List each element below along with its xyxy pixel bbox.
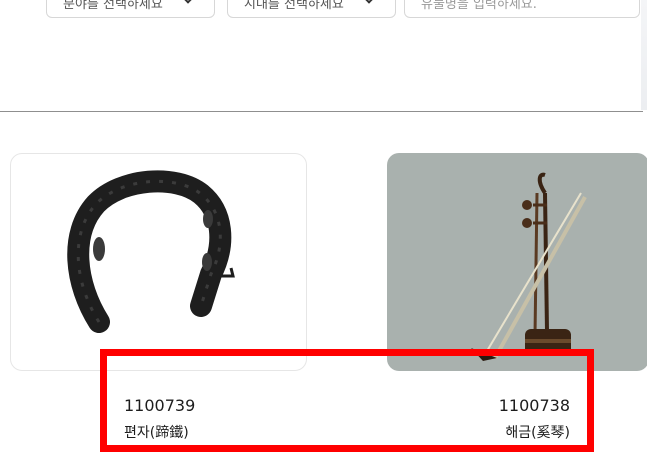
artifact-card-1100739[interactable]: [10, 153, 307, 371]
artifact-card-1100738[interactable]: [387, 153, 647, 371]
horseshoe-image: [67, 170, 235, 333]
filter-bar: 분야를 선택하세요 시대를 선택하세요 유물명을 입력하세요.: [0, 0, 647, 20]
search-input[interactable]: 유물명을 입력하세요.: [404, 0, 640, 18]
chevron-down-icon: [363, 0, 375, 4]
chevron-down-icon: [182, 0, 194, 4]
era-select[interactable]: 시대를 선택하세요: [227, 0, 396, 18]
era-select-label: 시대를 선택하세요: [244, 0, 344, 12]
section-divider: [0, 111, 643, 112]
haegeum-image: [471, 172, 587, 361]
category-select[interactable]: 분야를 선택하세요: [46, 0, 215, 18]
search-placeholder: 유물명을 입력하세요.: [421, 0, 537, 12]
highlight-box: [100, 349, 594, 452]
scrollbar-track[interactable]: [641, 0, 647, 110]
category-select-label: 분야를 선택하세요: [63, 0, 163, 12]
